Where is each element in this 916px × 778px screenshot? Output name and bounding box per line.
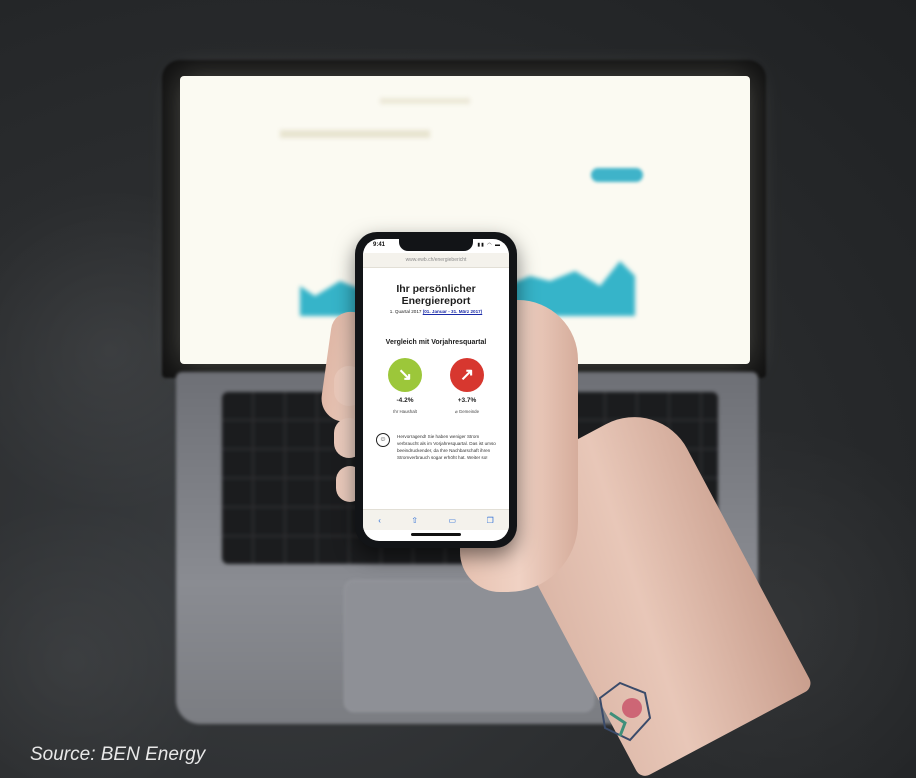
phone-screen: 9:41 ▮▮ ◠ ▬ www.ewb.ch/energiebericht Ih… (363, 239, 509, 541)
arrow-down-right-icon: ↘ (388, 358, 422, 392)
comparison-title: Vergleich mit Vorjahresquartal (385, 339, 487, 346)
report-title-line2: Energiereport (401, 295, 471, 307)
laptop-screen-button (591, 168, 643, 182)
tattoo (598, 681, 652, 742)
url-text: www.ewb.ch/energiebericht (405, 257, 467, 263)
arrow-up-right-icon: ↗ (450, 358, 484, 392)
phone-notch (399, 239, 473, 251)
photo-scene: 9:41 ▮▮ ◠ ▬ www.ewb.ch/energiebericht Ih… (0, 0, 916, 778)
laptop-screen-text (280, 130, 430, 138)
community-label: ⌀ Gemeinde (454, 409, 480, 414)
report-period: 1. Quartal 2017 (389, 309, 423, 314)
laptop-screen-text (380, 98, 470, 104)
report-date-link[interactable]: (01. Januar - 31. März 2017) (423, 309, 483, 314)
bookmarks-icon[interactable]: ▭ (449, 516, 457, 525)
report-title-line1: Ihr persönlicher (396, 283, 476, 295)
back-icon[interactable]: ‹ (378, 516, 381, 525)
feedback-message: Hervorragend! Sie haben weniger Strom ve… (397, 434, 496, 460)
home-indicator (411, 533, 461, 536)
household-change: -4.2% (396, 397, 414, 404)
community-change: +3.7% (457, 397, 477, 404)
share-icon[interactable]: ⇧ (411, 516, 418, 525)
source-caption: Source: BEN Energy (30, 744, 206, 765)
report-title: Ihr persönlicher Energiereport (363, 283, 509, 307)
browser-toolbar: ‹ ⇧ ▭ ❐ (363, 509, 509, 530)
status-time: 9:41 (373, 242, 386, 248)
household-label: Ihr Haushalt (393, 409, 417, 414)
status-icons: ▮▮ ◠ ▬ (477, 242, 501, 248)
smiley-icon: ☺ (376, 433, 390, 447)
tabs-icon[interactable]: ❐ (487, 516, 494, 525)
url-bar[interactable]: www.ewb.ch/energiebericht (363, 253, 509, 268)
report-subtitle: 1. Quartal 2017 (01. Januar - 31. März 2… (363, 309, 509, 314)
